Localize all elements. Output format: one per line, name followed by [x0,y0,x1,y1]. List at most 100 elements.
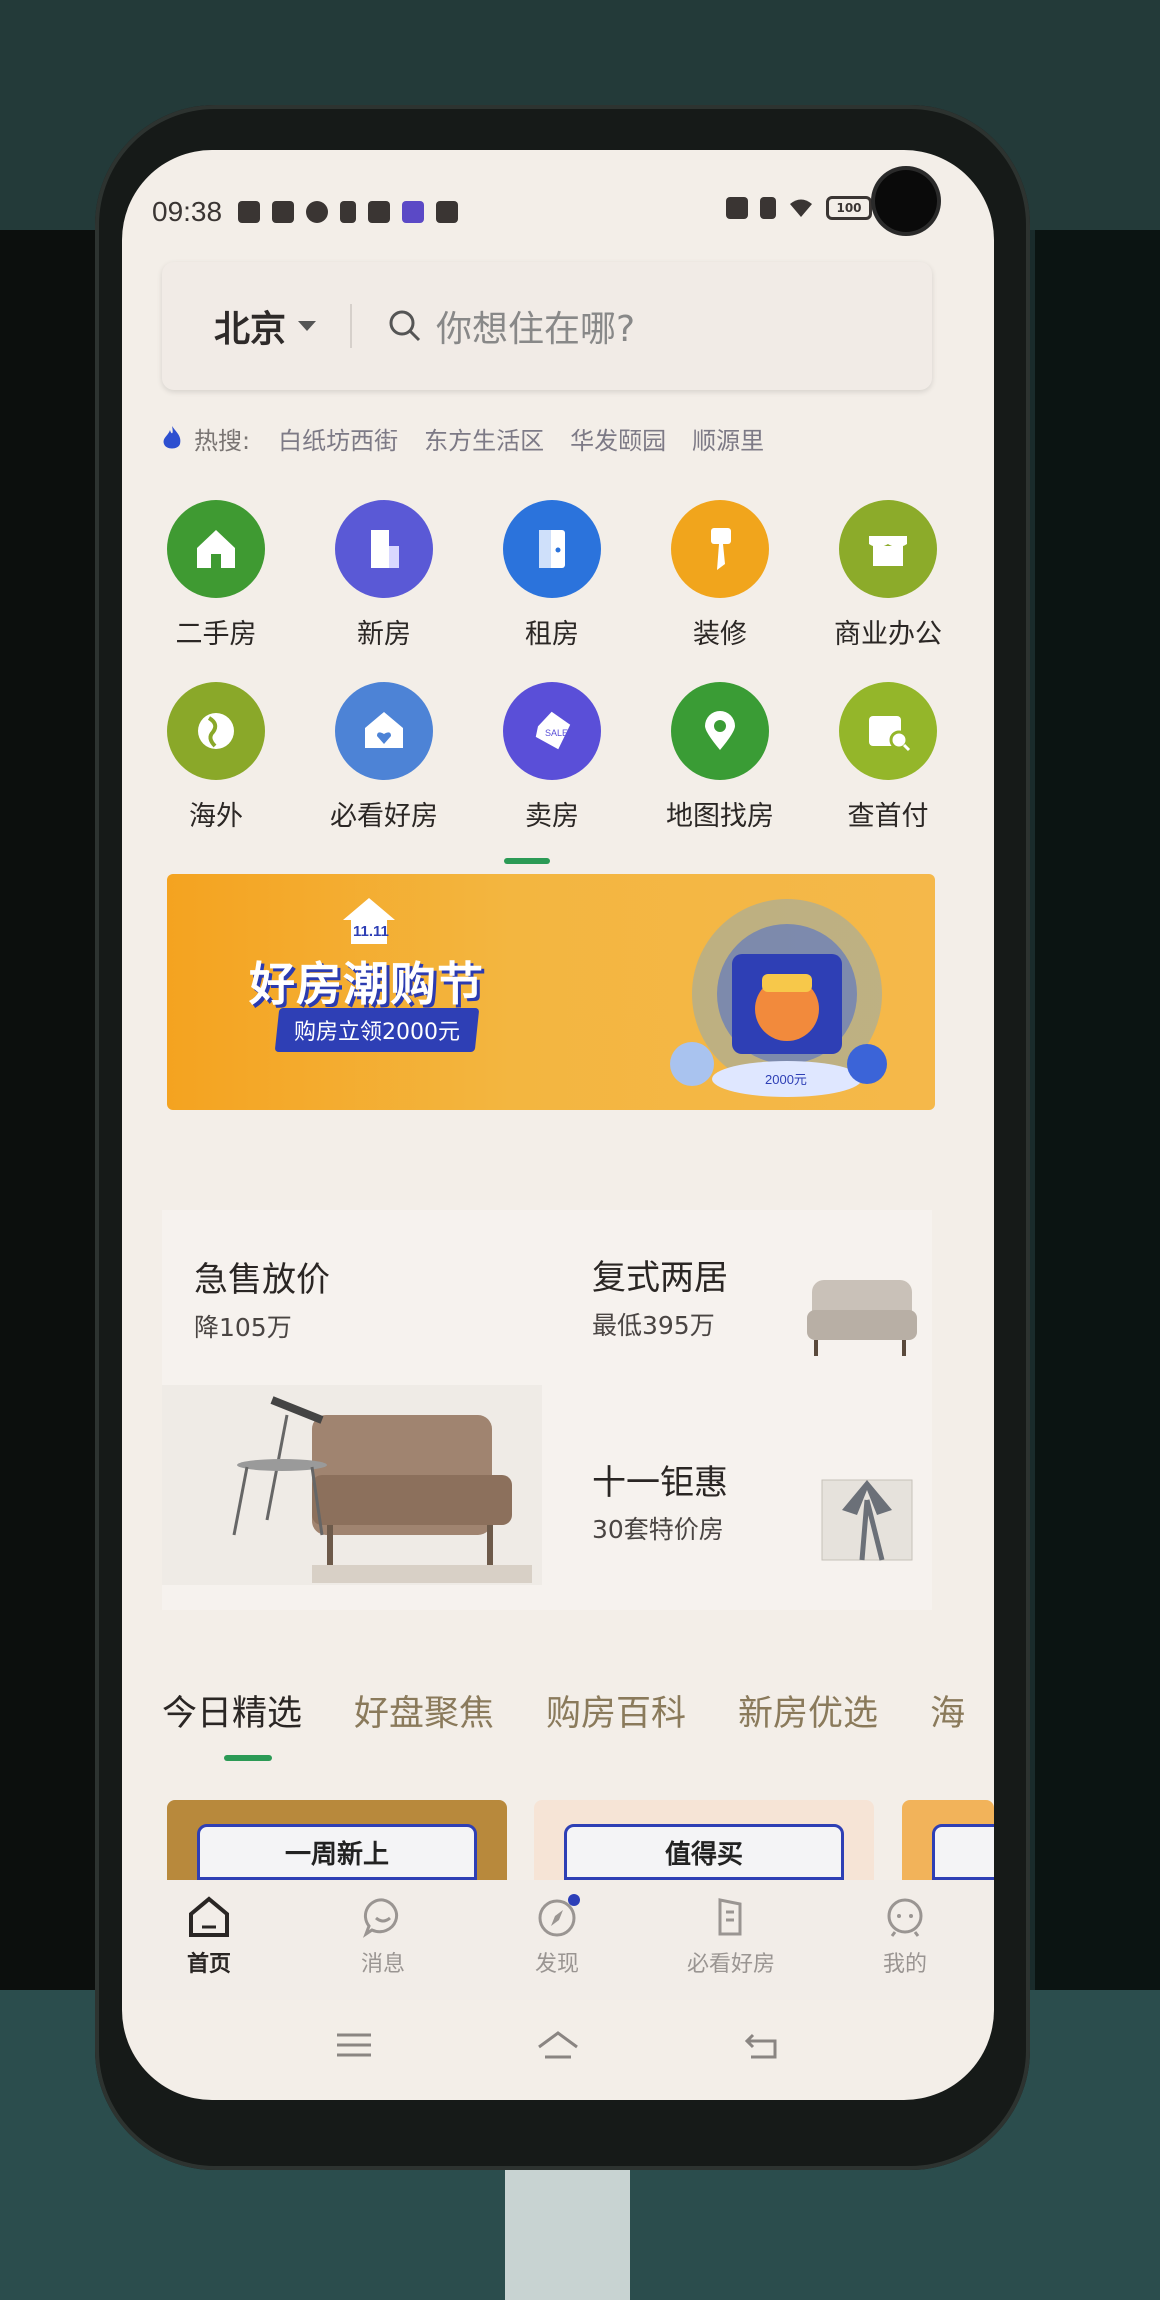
category-label: 必看好房 [330,801,438,832]
system-nav-bar [122,2010,994,2080]
hot-search-label: 热搜: [194,426,251,455]
tab-indicator [224,1755,272,1761]
hot-search-row: 热搜: 白纸坊西街 东方生活区 华发颐园 顺源里 [160,418,790,458]
hot-search-item[interactable]: 华发颐园 [570,421,666,456]
notification-dot [568,1894,580,1906]
notification-icon [368,201,391,223]
banner-subtitle: 购房立领2000元 [294,1020,460,1045]
wallet-search-icon [839,682,937,780]
nav-messages[interactable]: 消息 [296,1880,470,2000]
category-label: 查首付 [847,801,929,832]
wifi-icon [790,199,812,217]
nav-label: 必看好房 [686,1952,775,1977]
home-button-icon[interactable] [535,2025,581,2065]
nav-home[interactable]: 首页 [122,1880,296,2000]
category-decoration[interactable]: 装修 [636,500,804,682]
nav-label: 消息 [360,1952,405,1977]
category-new-home[interactable]: 新房 [300,500,468,682]
photo-background-left [0,230,100,2030]
mail-icon [436,201,459,223]
tab-today-picks[interactable]: 今日精选 [162,1685,302,1736]
category-rent[interactable]: 租房 [468,500,636,682]
category-second-hand[interactable]: 二手房 [132,500,300,682]
feed-card-new-this-week[interactable]: 一周新上 [167,1800,507,1880]
tab-encyclopedia[interactable]: 购房百科 [546,1685,686,1736]
nav-must-see[interactable]: 必看好房 [644,1880,818,2000]
map-pin-icon [671,682,769,780]
notification-icon [272,201,295,223]
status-bar: 09:38 100 [152,192,932,232]
nav-profile[interactable]: 我的 [818,1880,992,2000]
search-input[interactable]: 你想住在哪? [436,300,635,352]
banner-coin-text: 2000元 [765,1072,807,1087]
tab-new-home-picks[interactable]: 新房优选 [738,1685,878,1736]
flame-icon [163,426,181,449]
category-label: 卖房 [525,801,579,832]
building-icon [718,1898,742,1936]
back-icon[interactable] [739,2025,785,2065]
category-map-search[interactable]: 地图找房 [636,682,804,864]
door-icon [503,500,601,598]
feed-card-partial[interactable] [902,1800,994,1880]
front-camera [875,170,937,232]
category-must-see[interactable]: 必看好房 [300,682,468,864]
category-commercial[interactable]: 商业办公 [804,500,972,682]
tiktok-icon [340,201,357,223]
hot-search-item[interactable]: 顺源里 [692,421,764,456]
search-icon[interactable] [388,309,422,343]
category-label: 地图找房 [666,801,774,832]
card-badge: 一周新上 [197,1824,477,1880]
category-sell[interactable]: SALE 卖房 [468,682,636,864]
banner-ribbon: 购房立领2000元 [274,1008,480,1052]
nav-label: 我的 [882,1952,927,1977]
card-badge [932,1824,994,1880]
home-icon [189,1896,229,1937]
promo-title: 十一钜惠 [592,1463,728,1503]
category-down-payment[interactable]: 查首付 [804,682,972,864]
promo-subtitle: 降105万 [194,1313,292,1342]
paint-brush-icon [671,500,769,598]
svg-text:SALE: SALE [545,728,568,738]
notification-icon [306,201,329,223]
bottom-nav: 首页 消息 发现 必看好房 我的 [122,1880,994,2000]
nav-label: 首页 [186,1952,231,1977]
category-label: 装修 [693,619,747,650]
hot-search-item[interactable]: 东方生活区 [424,421,544,456]
house-badge-icon: 11.11 [343,898,395,944]
promo-subtitle: 最低395万 [592,1311,715,1340]
promo-title: 急售放价 [194,1260,330,1300]
menu-icon[interactable] [331,2025,377,2065]
promo-banner[interactable]: 11.11 好房潮购节 购房立领2000元 2000元 [167,874,935,1110]
tab-focus[interactable]: 好盘聚焦 [354,1685,494,1736]
photo-background-right [1035,230,1160,2030]
city-selector[interactable]: 北京 [214,300,286,352]
nav-discover[interactable]: 发现 [470,1880,644,2000]
category-grid: 二手房 新房 租房 装修 商业办公 海外 必看好房 SALE 卖房 地图找房 查… [132,500,982,864]
category-label: 海外 [189,801,243,832]
hot-search-item[interactable]: 白纸坊西街 [278,421,398,456]
shop-icon [839,500,937,598]
banner-title: 好房潮购节 [249,957,484,1011]
category-label: 租房 [525,619,579,650]
status-right: 100 [726,196,872,220]
status-time: 09:38 [152,196,223,227]
building-icon [335,500,433,598]
banner-badge: 11.11 [353,923,389,940]
promo-title: 复式两居 [592,1258,728,1298]
app-screen: 09:38 100 北京 你想住在哪? 热搜: 白纸坊西街 东方生活区 华发颐园… [122,150,994,2100]
armchair-image [807,1280,917,1356]
grid-page-indicator [504,858,550,864]
category-label: 二手房 [175,619,257,650]
chevron-down-icon[interactable] [298,321,317,331]
search-bar: 北京 你想住在哪? [162,262,932,390]
category-overseas[interactable]: 海外 [132,682,300,864]
house-heart-icon [335,682,433,780]
promo-section: 急售放价 降105万 复式两居 最低395万 十一钜惠 30套特价房 [162,1210,932,1610]
battery-icon: 100 [826,196,872,220]
category-label: 新房 [357,619,411,650]
globe-icon [167,682,265,780]
promo-subtitle: 30套特价房 [592,1515,724,1544]
sale-tag-icon: SALE [503,682,601,780]
feed-card-worth-buying[interactable]: 值得买 [534,1800,874,1880]
tab-overseas-partial[interactable]: 海 [930,1685,965,1736]
